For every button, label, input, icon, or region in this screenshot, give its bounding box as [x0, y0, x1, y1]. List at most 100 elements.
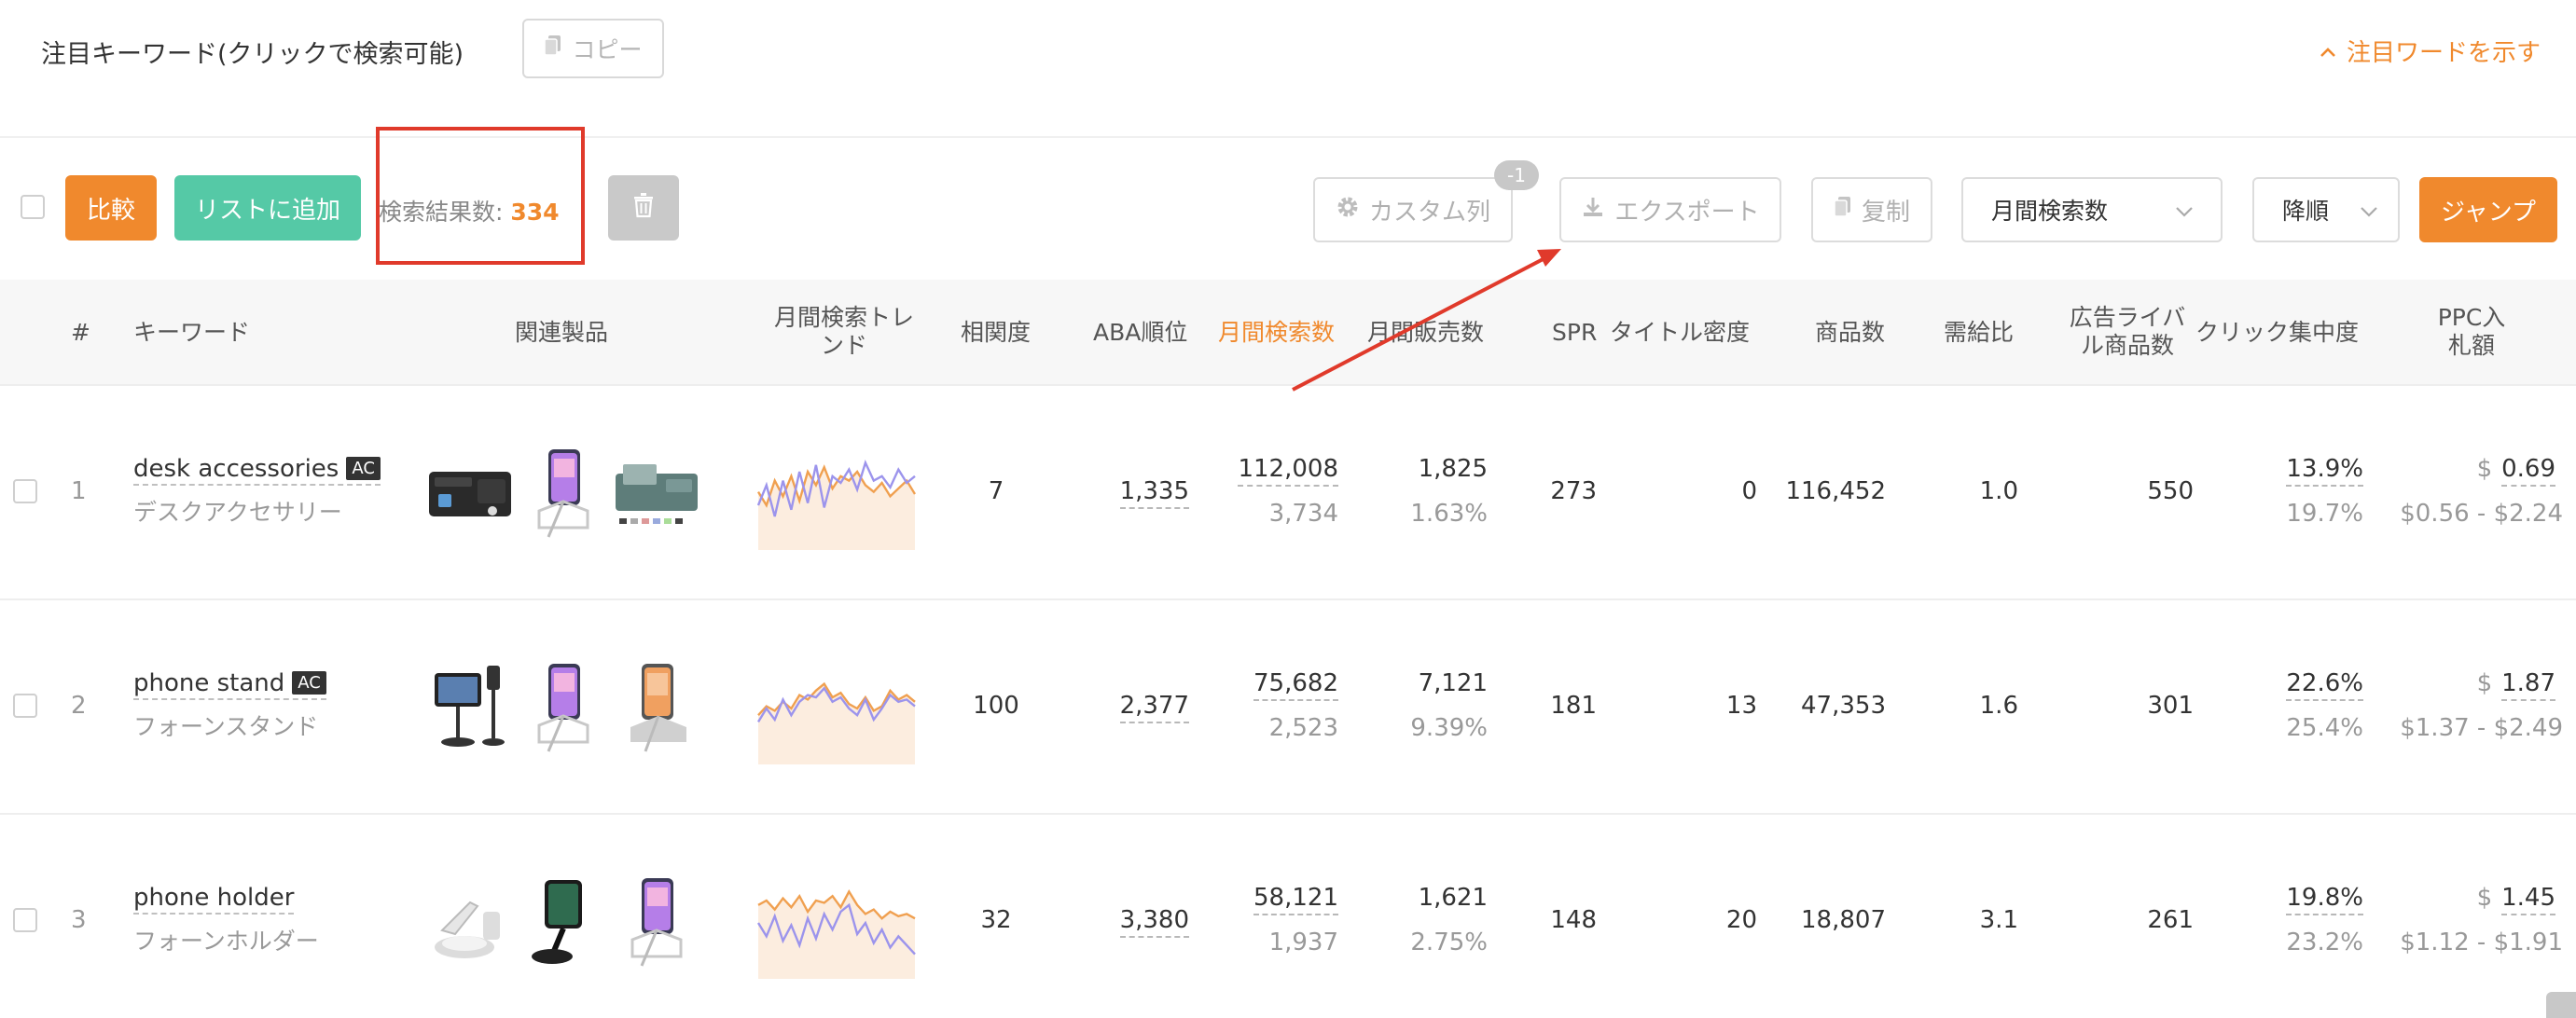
product-thumbnail-phone-stand[interactable]	[520, 660, 606, 757]
keyword-translation: デスクアクセサリー	[133, 499, 342, 526]
column-header-ppc[interactable]: PPC入 札額	[2425, 304, 2518, 360]
table-row[interactable]: 3 phone holder フォーンホルダー 32 3,380 58,121 1,937…	[0, 817, 2576, 1018]
keyword-link[interactable]: phone holder	[133, 884, 295, 915]
ppc-bid-value[interactable]: $0.69	[2477, 455, 2555, 487]
spr-value: 148	[1550, 906, 1597, 934]
column-header-ppc-line2: 札額	[2447, 332, 2495, 359]
row-checkbox[interactable]	[13, 694, 37, 718]
column-header-ad-rivals-line1: 広告ライバ	[2069, 304, 2186, 331]
click-concentration-sub: 25.4%	[2286, 714, 2363, 742]
monthly-searches-number: 112,008	[1238, 455, 1338, 487]
table-header: # キーワード 関連製品 月間検索トレ ンド 相関度 ABA順位 月間検索数 月…	[0, 280, 2576, 386]
column-header-keyword[interactable]: キーワード	[133, 319, 250, 347]
click-concentration-number: 13.9%	[2286, 455, 2363, 487]
column-header-supply-demand[interactable]: 需給比	[1944, 319, 2014, 347]
monthly-searches-value[interactable]: 112,008	[1238, 455, 1338, 487]
duplicate-label: 复制	[1861, 198, 1910, 227]
jump-button[interactable]: ジャンプ	[2419, 177, 2557, 242]
ppc-bid-range: $1.12 - $1.91	[2400, 929, 2563, 956]
select-all-checkbox[interactable]	[21, 195, 45, 219]
ppc-bid-value[interactable]: $1.45	[2476, 884, 2555, 915]
column-header-trend: 月間検索トレ ンド	[765, 304, 923, 360]
row-index: 3	[71, 906, 87, 934]
monthly-searches-sub: 3,734	[1268, 500, 1338, 528]
show-keywords-toggle[interactable]: 注目ワードを示す	[2319, 34, 2541, 68]
spr-value: 273	[1550, 477, 1597, 505]
delete-button[interactable]	[608, 175, 679, 241]
column-header-monthly-searches[interactable]: 月間検索数	[1218, 319, 1335, 347]
sort-order-value: 降順	[2282, 198, 2330, 225]
product-thumbnail-tablet-stand[interactable]	[427, 660, 513, 757]
custom-columns-label: カスタム列	[1368, 198, 1490, 227]
column-header-ad-rivals-line2: ル商品数	[2080, 332, 2174, 359]
annotation-highlight-box	[376, 127, 585, 265]
title-density-value: 20	[1725, 906, 1757, 934]
table-row[interactable]: 1 desk accessories AC デスクアクセサリー 7 1,335 112,0…	[0, 388, 2576, 600]
product-thumbnail-charging-stand[interactable]	[427, 874, 513, 971]
show-keywords-label: 注目ワードを示す	[2346, 39, 2541, 67]
click-concentration-value[interactable]: 22.6%	[2286, 669, 2363, 701]
copy-button-label: コピー	[572, 36, 643, 63]
spr-value: 181	[1550, 692, 1597, 720]
scrollbar-thumb[interactable]	[2546, 992, 2576, 1018]
column-header-product-count[interactable]: 商品数	[1815, 319, 1885, 347]
product-thumbnail-desk-mat[interactable]	[614, 446, 699, 543]
product-count-value: 18,807	[1801, 906, 1886, 934]
column-header-monthly-sales[interactable]: 月間販売数	[1367, 319, 1484, 347]
monthly-searches-value[interactable]: 75,682	[1253, 669, 1338, 701]
column-header-products: 関連製品	[515, 319, 609, 346]
product-thumbnail-desk-pad-set[interactable]	[427, 446, 513, 543]
monthly-searches-value[interactable]: 58,121	[1253, 884, 1338, 915]
aba-rank-value[interactable]: 3,380	[1119, 906, 1189, 938]
click-concentration-value[interactable]: 13.9%	[2286, 455, 2363, 487]
relevance-value: 32	[980, 906, 1012, 934]
export-button[interactable]: エクスポート	[1559, 177, 1781, 242]
keyword-translation: フォーンスタンド	[133, 713, 319, 740]
sort-order-select[interactable]: 降順	[2252, 177, 2400, 242]
row-checkbox[interactable]	[13, 479, 37, 503]
aba-rank-value[interactable]: 1,335	[1119, 477, 1189, 509]
download-icon	[1581, 195, 1605, 226]
column-header-ppc-line1: PPC入	[2437, 304, 2506, 331]
ppc-bid-range: $0.56 - $2.24	[2400, 500, 2563, 528]
ac-badge: AC	[292, 671, 326, 695]
column-header-ad-rivals[interactable]: 広告ライバ ル商品数	[2067, 304, 2188, 360]
column-header-click-concentration[interactable]: クリック集中度	[2195, 319, 2359, 347]
ppc-currency: $	[2476, 884, 2493, 912]
product-thumbnail-car-mount[interactable]	[520, 874, 606, 971]
column-header-relevance[interactable]: 相関度	[961, 319, 1031, 347]
product-count-value: 47,353	[1801, 692, 1886, 720]
custom-columns-button[interactable]: カスタム列	[1313, 177, 1513, 242]
keyword-link[interactable]: desk accessories AC	[133, 455, 381, 486]
aba-rank-number: 1,335	[1119, 477, 1189, 509]
table-row[interactable]: 2 phone stand AC フォーンスタンド 100 2,377 75,682 2,5…	[0, 602, 2576, 815]
compare-button[interactable]: 比較	[65, 175, 157, 241]
copy-button[interactable]: コピー	[522, 19, 664, 78]
sort-field-select[interactable]: 月間検索数	[1961, 177, 2223, 242]
aba-rank-value[interactable]: 2,377	[1119, 692, 1189, 723]
export-label: エクスポート	[1614, 198, 1760, 227]
monthly-sales-value: 1,825	[1418, 455, 1488, 483]
ppc-bid-value[interactable]: $1.87	[2477, 669, 2555, 701]
trash-icon	[632, 192, 655, 225]
supply-demand-value: 3.1	[1979, 906, 2018, 934]
keyword-link[interactable]: phone stand AC	[133, 669, 326, 700]
supply-demand-value: 1.6	[1979, 692, 2018, 720]
column-header-spr[interactable]: SPR	[1552, 319, 1597, 347]
row-index: 2	[71, 692, 87, 720]
product-thumbnail-aluminum-stand[interactable]	[614, 660, 699, 757]
monthly-sales-percent: 2.75%	[1410, 929, 1488, 956]
duplicate-button[interactable]: 复制	[1811, 177, 1932, 242]
click-concentration-value[interactable]: 19.8%	[2286, 884, 2363, 915]
product-thumbnail-phone-stand[interactable]	[614, 874, 699, 971]
trend-sparkline	[756, 653, 916, 764]
column-header-aba-rank[interactable]: ABA順位	[1093, 319, 1187, 347]
monthly-searches-sub: 2,523	[1268, 714, 1338, 742]
ppc-bid-number: 1.87	[2501, 669, 2555, 701]
keyword-text: phone stand	[133, 669, 285, 697]
row-checkbox[interactable]	[13, 908, 37, 932]
column-header-title-density[interactable]: タイトル密度	[1610, 319, 1750, 347]
relevance-value: 100	[973, 692, 1019, 720]
product-thumbnail-phone-stand[interactable]	[520, 446, 606, 543]
add-to-list-button[interactable]: リストに追加	[174, 175, 361, 241]
